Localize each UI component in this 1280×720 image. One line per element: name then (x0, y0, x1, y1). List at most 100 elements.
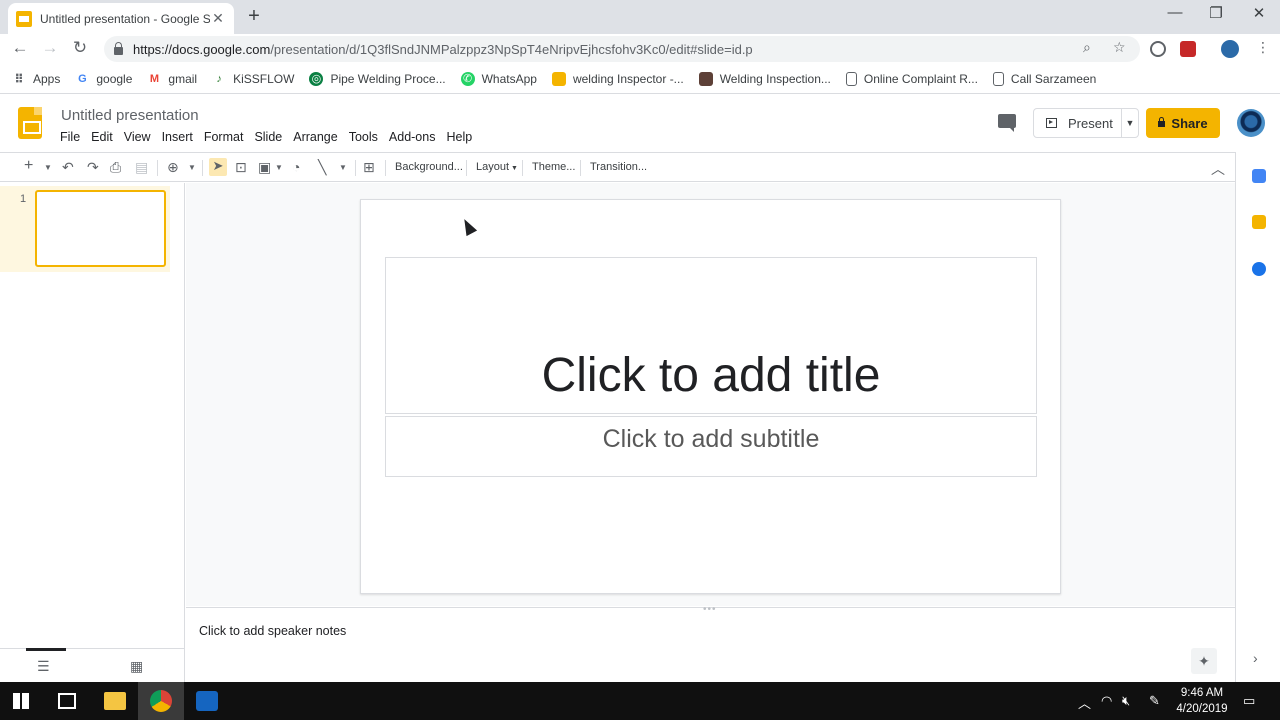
zoom-dropdown-icon[interactable]: ▼ (188, 163, 196, 172)
menu-insert[interactable]: Insert (162, 130, 193, 144)
tasks-icon[interactable] (1252, 262, 1266, 276)
notifications-icon[interactable]: ▭ (1243, 693, 1255, 709)
extension-red-icon[interactable] (1180, 41, 1196, 57)
paint-format-icon[interactable]: ▤ (135, 159, 148, 176)
browser-tab[interactable]: Untitled presentation - Google Slides ✕ (8, 3, 234, 34)
subtitle-placeholder[interactable]: Click to add subtitle (385, 416, 1037, 477)
toolbar-divider (466, 160, 467, 176)
notes-resize-handle[interactable]: ••• (703, 604, 717, 615)
redo-icon[interactable]: ↷ (87, 159, 99, 176)
new-tab-button[interactable]: + (244, 5, 264, 28)
background-button[interactable]: Background... (395, 161, 463, 173)
back-icon[interactable]: ← (9, 38, 31, 58)
title-placeholder[interactable]: Click to add title (385, 257, 1037, 414)
filmstrip-view-icon[interactable]: ☰ (37, 658, 50, 675)
expand-panel-icon[interactable]: › (1253, 650, 1258, 666)
reload-icon[interactable]: ↻ (69, 38, 91, 58)
text-box-icon[interactable]: ⊡ (235, 159, 247, 176)
bookmark-google[interactable]: G google (75, 72, 132, 86)
document-title[interactable]: Untitled presentation (61, 107, 199, 124)
new-slide-dropdown-icon[interactable]: ▼ (44, 163, 52, 172)
menu-file[interactable]: File (60, 130, 80, 144)
toolbar-divider (355, 160, 356, 176)
task-view-icon[interactable] (58, 693, 76, 709)
forward-icon[interactable]: → (39, 38, 61, 58)
subtitle-placeholder-text: Click to add subtitle (602, 425, 820, 453)
new-slide-icon[interactable]: + (24, 157, 33, 175)
bookmark-whatsapp[interactable]: ✆ WhatsApp (460, 71, 537, 86)
line-icon[interactable]: ╲ (318, 159, 326, 176)
line-dropdown-icon[interactable]: ▼ (339, 163, 347, 172)
bookmark-welding-inspection[interactable]: Welding Inspection... (698, 71, 831, 86)
print-icon[interactable]: ⎙ (110, 159, 121, 176)
lock-icon (1158, 117, 1166, 127)
pen-icon[interactable]: ✎ (1149, 693, 1160, 709)
zoom-icon[interactable]: ⊕ (167, 159, 179, 176)
menu-slide[interactable]: Slide (254, 130, 282, 144)
menu-view[interactable]: View (124, 130, 151, 144)
menu-help[interactable]: Help (446, 130, 472, 144)
add-comment-icon[interactable]: ⊞ (363, 159, 375, 176)
present-button[interactable]: Present (1034, 109, 1122, 137)
transition-button[interactable]: Transition... (590, 161, 647, 173)
bookmark-online-complaint[interactable]: Online Complaint R... (845, 71, 978, 86)
menu-tools[interactable]: Tools (349, 130, 378, 144)
share-button[interactable]: Share (1146, 108, 1220, 138)
taskbar-clock[interactable]: 9:46 AM 4/20/2019 (1172, 685, 1232, 717)
tab-close-icon[interactable]: ✕ (210, 10, 226, 27)
zoom-icon[interactable]: ⌕ (1083, 39, 1091, 56)
restore-icon[interactable]: ❐ (1196, 4, 1236, 22)
menu-edit[interactable]: Edit (91, 130, 113, 144)
slides-header: Untitled presentation File Edit View Ins… (0, 95, 1280, 151)
kissflow-icon: ♪ (216, 72, 222, 85)
grid-view-icon[interactable]: ▦ (130, 658, 143, 675)
bookmark-welding-inspector[interactable]: welding Inspector -... (551, 71, 684, 86)
image-icon (698, 71, 713, 86)
extension-icon[interactable] (1150, 41, 1166, 57)
bookmark-star-icon[interactable]: ☆ (1113, 39, 1126, 56)
calendar-icon[interactable] (1252, 169, 1266, 183)
toolbar-divider (202, 160, 203, 176)
bookmark-kissflow[interactable]: ♪ KiSSFLOW (212, 72, 294, 86)
theme-button[interactable]: Theme... (532, 161, 575, 173)
volume-muted-icon[interactable]: 🔇︎ (1122, 693, 1130, 709)
menu-format[interactable]: Format (204, 130, 244, 144)
menu-addons[interactable]: Add-ons (389, 130, 436, 144)
tray-expand-icon[interactable]: ︿ (1078, 693, 1091, 712)
slides-logo-icon[interactable] (18, 107, 42, 139)
address-bar[interactable]: https://docs.google.com/presentation/d/1… (104, 36, 1140, 62)
slide-thumbnail[interactable] (35, 190, 166, 267)
speaker-notes-input[interactable]: Click to add speaker notes (199, 624, 346, 638)
shape-icon[interactable]: ◔ (292, 159, 300, 175)
slide[interactable]: Click to add title Click to add subtitle (360, 199, 1061, 594)
minimize-icon[interactable]: — (1155, 4, 1195, 21)
collapse-toolbar-icon[interactable]: ︿ (1211, 159, 1225, 179)
slide-thumbnail-row[interactable]: 1 (0, 186, 170, 272)
file-explorer-icon[interactable] (104, 692, 126, 710)
explore-icon[interactable]: ✦ (1191, 648, 1217, 674)
title-placeholder-text: Click to add title (541, 349, 881, 402)
chrome-menu-icon[interactable]: ⋮ (1256, 39, 1270, 56)
outlook-icon[interactable] (196, 691, 218, 711)
bookmark-apps[interactable]: ⠿ Apps (12, 72, 60, 86)
present-dropdown-icon[interactable]: ▼ (1122, 118, 1138, 128)
select-cursor-icon[interactable]: ➤ (209, 158, 227, 176)
comment-history-icon[interactable] (998, 114, 1016, 132)
bookmark-gmail[interactable]: M gmail (147, 72, 197, 86)
chrome-icon[interactable] (150, 690, 172, 712)
wifi-icon[interactable]: ◠ (1101, 693, 1112, 709)
undo-icon[interactable]: ↶ (62, 159, 74, 176)
keep-icon[interactable] (1252, 215, 1266, 229)
menu-arrange[interactable]: Arrange (293, 130, 337, 144)
bookmark-call-sarzameen[interactable]: Call Sarzameen (992, 71, 1096, 86)
window-close-icon[interactable]: ✕ (1239, 4, 1279, 22)
account-avatar[interactable] (1237, 109, 1265, 137)
layout-button[interactable]: Layout ▼ (476, 161, 518, 173)
profile-avatar-icon[interactable] (1221, 40, 1239, 58)
image-dropdown-icon[interactable]: ▼ (275, 163, 283, 172)
insert-image-icon[interactable]: ▣ (258, 159, 271, 176)
apps-grid-icon: ⠿ (14, 71, 24, 86)
bookmark-pipe-welding[interactable]: ◎ Pipe Welding Proce... (309, 71, 446, 86)
windows-start-icon[interactable] (13, 693, 29, 709)
menu-bar: File Edit View Insert Format Slide Arran… (60, 130, 483, 144)
